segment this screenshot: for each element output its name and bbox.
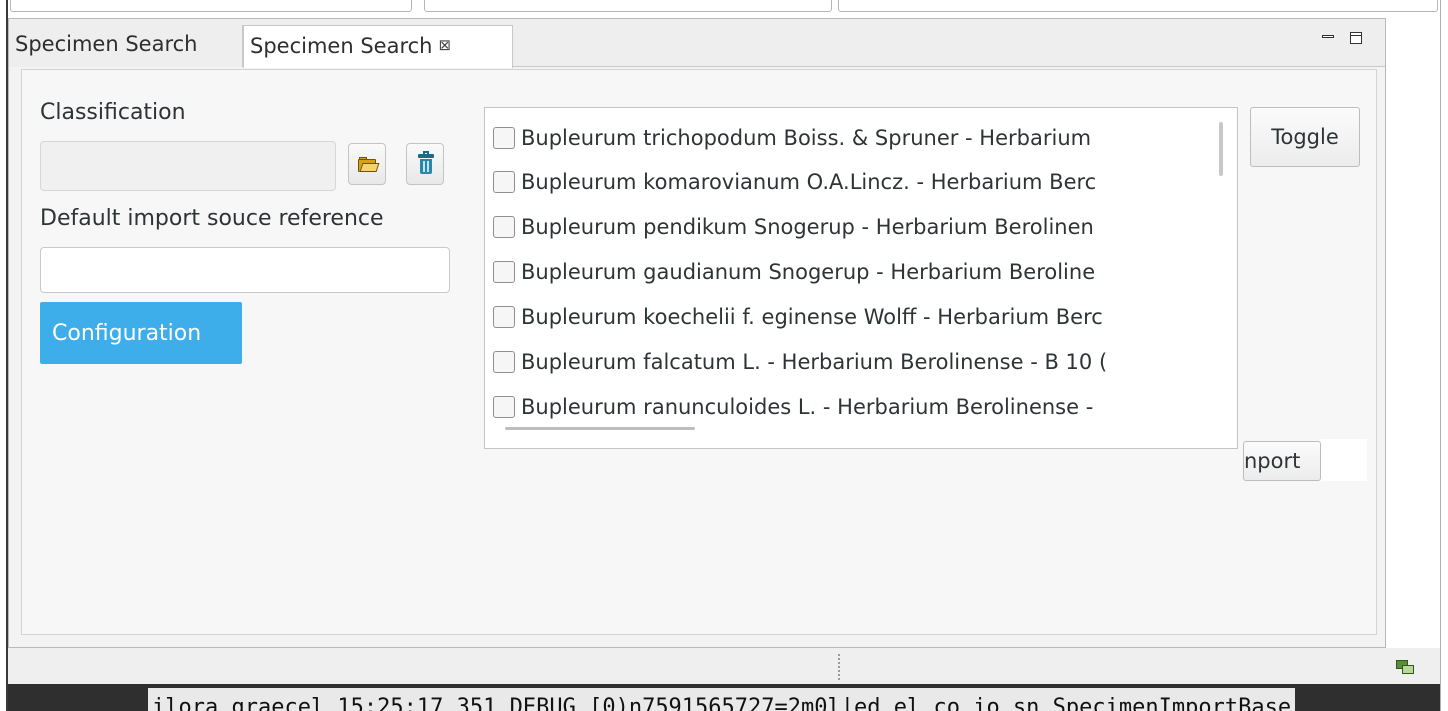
- splitter-handle[interactable]: [838, 654, 841, 680]
- console-log-line: ilora graecel 15:25:17 351 DEBUG [0)n759…: [148, 688, 1296, 711]
- list-item-label: Bupleurum trichopodum Boiss. & Spruner -…: [521, 126, 1092, 150]
- folder-open-icon: [358, 157, 380, 172]
- checkbox[interactable]: [493, 216, 515, 238]
- list-item-label: Bupleurum pendikum Snogerup - Herbarium …: [521, 215, 1094, 239]
- default-import-reference-label: Default import souce reference: [40, 206, 384, 231]
- maximize-icon[interactable]: [1347, 29, 1365, 47]
- checkbox[interactable]: [493, 396, 515, 418]
- specimen-search-view: Specimen Search Specimen Search ⊠ Classif…: [8, 18, 1386, 648]
- top-field-strip: [0, 0, 1448, 14]
- tab-label: Specimen Search: [250, 34, 433, 58]
- toggle-button[interactable]: Toggle: [1250, 107, 1360, 167]
- clear-classification-button[interactable]: [406, 143, 444, 185]
- console-view: ilora graecel 15:25:17 351 DEBUG [0)n759…: [8, 684, 1440, 711]
- top-input-field-1[interactable]: [10, 0, 412, 12]
- configuration-button[interactable]: Configuration: [40, 302, 242, 364]
- list-item[interactable]: Bupleurum trichopodum Boiss. & Spruner -…: [493, 120, 1233, 156]
- classification-label: Classification: [40, 100, 186, 125]
- windows-icon[interactable]: [1396, 660, 1416, 676]
- trash-icon: [418, 151, 434, 175]
- list-item[interactable]: Bupleurum koechelii f. eginense Wolff - …: [493, 299, 1233, 335]
- list-item-label: Bupleurum ranunculoides L. - Herbarium B…: [521, 395, 1094, 419]
- list-item[interactable]: Bupleurum gaudianum Snogerup - Herbarium…: [493, 254, 1233, 290]
- top-input-field-3[interactable]: [838, 0, 1438, 12]
- list-item-label: Bupleurum komarovianum O.A.Lincz. - Herb…: [521, 170, 1097, 194]
- list-item[interactable]: Bupleurum pendikum Snogerup - Herbarium …: [493, 209, 1233, 245]
- checkbox[interactable]: [493, 171, 515, 193]
- minimize-icon[interactable]: [1319, 29, 1337, 47]
- list-item-label: Bupleurum gaudianum Snogerup - Herbarium…: [521, 260, 1096, 284]
- import-button-overflow: [1321, 439, 1367, 481]
- top-input-field-2[interactable]: [424, 0, 832, 12]
- classification-field[interactable]: [40, 141, 336, 191]
- checkbox[interactable]: [493, 261, 515, 283]
- tab-specimen-search-1[interactable]: Specimen Search: [9, 25, 243, 67]
- search-content-panel: Classification Default import souce refe…: [21, 69, 1377, 635]
- tab-specimen-search-2[interactable]: Specimen Search ⊠: [243, 25, 513, 68]
- checkbox[interactable]: [493, 351, 515, 373]
- import-button[interactable]: nport: [1243, 441, 1321, 481]
- status-bar: [8, 648, 1440, 684]
- list-item-label: Bupleurum koechelii f. eginense Wolff - …: [521, 305, 1103, 329]
- list-item[interactable]: Bupleurum ranunculoides L. - Herbarium B…: [493, 389, 1233, 425]
- window-right-border: [1440, 0, 1441, 711]
- list-item[interactable]: Bupleurum falcatum L. - Herbarium Beroli…: [493, 344, 1233, 380]
- default-import-reference-field[interactable]: [40, 247, 450, 293]
- browse-classification-button[interactable]: [348, 143, 386, 185]
- checkbox[interactable]: [493, 306, 515, 328]
- vertical-scrollbar[interactable]: [1219, 122, 1223, 176]
- horizontal-scrollbar[interactable]: [505, 427, 695, 430]
- view-tab-bar: Specimen Search Specimen Search ⊠: [9, 19, 1385, 68]
- list-item-label: Bupleurum falcatum L. - Herbarium Beroli…: [521, 350, 1108, 374]
- checkbox[interactable]: [493, 127, 515, 149]
- close-icon[interactable]: ⊠: [438, 36, 451, 54]
- tab-label: Specimen Search: [15, 32, 198, 56]
- list-item[interactable]: Bupleurum komarovianum O.A.Lincz. - Herb…: [493, 164, 1233, 200]
- specimen-results-list[interactable]: Bupleurum trichopodum Boiss. & Spruner -…: [484, 107, 1238, 449]
